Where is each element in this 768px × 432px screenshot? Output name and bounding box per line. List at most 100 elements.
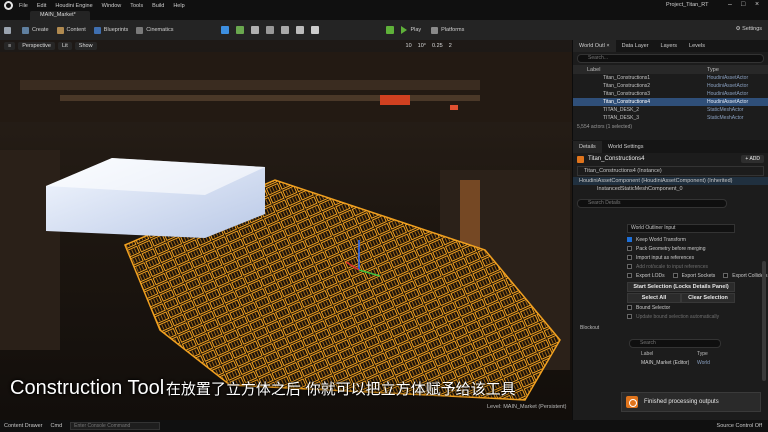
option-import-references[interactable]: Import input as references (627, 253, 768, 262)
tab-layers[interactable]: Layers (655, 40, 684, 52)
content-button[interactable]: Content (56, 26, 86, 34)
instance-row[interactable]: Titan_Constructions4 (Instance) (577, 166, 764, 176)
option-add-rot-scale[interactable]: Add rot/scale to input references (627, 262, 768, 271)
console-input[interactable]: Enter Console Command (70, 422, 161, 430)
option-keep-world-transform[interactable]: Keep World Transform (627, 235, 768, 244)
row-label: Titan_Constructions1 (603, 75, 651, 81)
perspective-button[interactable]: Perspective (18, 42, 55, 50)
tab-data-layer[interactable]: Data Layer (616, 40, 655, 52)
checkbox[interactable] (723, 273, 729, 278)
viewport-menu-button[interactable]: ≡ (4, 42, 16, 50)
nested-column-label[interactable]: Label (629, 351, 697, 357)
outliner-row[interactable]: Titan_Constructions1 HoudiniAssetActor (573, 74, 768, 82)
play-button[interactable]: Play (401, 26, 421, 34)
outliner-row[interactable]: TITAN_DESK_2 StaticMeshActor (573, 106, 768, 114)
component-child[interactable]: InstancedStaticMeshComponent_0 (573, 185, 768, 193)
option-bound-selector[interactable]: Bound Selector (627, 303, 768, 312)
source-control-status[interactable]: Source Control Off (717, 423, 762, 429)
checkbox[interactable] (627, 264, 632, 269)
world-outliner-panel: World Outl × Data Layer Layers Levels Se… (572, 40, 768, 140)
level-tab[interactable]: MAIN_Market* (30, 11, 90, 20)
minimize-icon[interactable]: – (728, 1, 732, 8)
menu-build[interactable]: Build (152, 3, 164, 9)
fracture-icon[interactable] (281, 26, 290, 34)
maximize-icon[interactable]: □ (741, 1, 745, 8)
tab-world-settings[interactable]: World Settings (602, 141, 650, 153)
component-root[interactable]: HoudiniAssetComponent (HoudiniAssetCompo… (573, 177, 768, 185)
unreal-logo-icon[interactable] (4, 1, 13, 10)
menu-tools[interactable]: Tools (130, 3, 143, 9)
menu-houdini-engine[interactable]: Houdini Engine (55, 3, 92, 9)
checkbox[interactable] (627, 314, 632, 319)
menu-file[interactable]: File (19, 3, 28, 9)
nested-column-type[interactable]: Type (697, 351, 708, 357)
outliner-row[interactable]: Titan_Constructions3 HoudiniAssetActor (573, 90, 768, 98)
checkbox[interactable] (627, 237, 632, 242)
foliage-mode-icon[interactable] (251, 26, 260, 34)
rotation-snap-value[interactable]: 10° (418, 43, 426, 49)
landscape-mode-icon[interactable] (236, 26, 245, 34)
outliner-search-input[interactable]: Search... (577, 54, 764, 63)
input-type-dropdown[interactable]: World Outliner Input (627, 224, 735, 233)
main-toolbar: Create Content Blueprints Cinematics Pla… (0, 20, 768, 40)
nested-outliner: Search Label Type MAIN_Market (Editor) W… (573, 339, 768, 366)
grid-snap-value[interactable]: 10 (406, 43, 412, 49)
cmd-button[interactable]: Cmd (51, 423, 63, 429)
nested-search-input[interactable]: Search (629, 339, 721, 348)
save-button[interactable] (4, 26, 14, 34)
menu-edit[interactable]: Edit (37, 3, 46, 9)
checkbox[interactable] (627, 273, 632, 278)
scale-snap-value[interactable]: 0.25 (432, 43, 443, 49)
outliner-row[interactable]: Titan_Constructions2 HoudiniAssetActor (573, 82, 768, 90)
blueprints-button[interactable]: Blueprints (93, 26, 128, 34)
column-label[interactable]: Label (573, 67, 707, 73)
option-label: Bound Selector (636, 304, 671, 311)
details-search-input[interactable]: Search Details (577, 199, 727, 208)
column-type[interactable]: Type (707, 67, 719, 73)
cinematics-button[interactable]: Cinematics (136, 26, 173, 34)
clear-selection-button[interactable]: Clear Selection (681, 293, 735, 303)
tab-levels[interactable]: Levels (683, 40, 711, 52)
details-panel: Details World Settings Titan_Constructio… (572, 141, 768, 420)
brush-edit-icon[interactable] (296, 26, 305, 34)
menu-help[interactable]: Help (173, 3, 184, 9)
houdini-icon (626, 396, 638, 408)
platforms-button[interactable]: Platforms (431, 26, 464, 34)
create-button[interactable]: Create (22, 26, 49, 34)
settings-button[interactable]: ⚙ Settings (736, 26, 762, 32)
outliner-row[interactable]: TITAN_DESK_3 StaticMeshActor (573, 114, 768, 122)
outliner-row-selected[interactable]: Titan_Constructions4 HoudiniAssetActor (573, 98, 768, 106)
animation-mode-icon[interactable] (311, 26, 320, 34)
add-component-button[interactable]: + ADD (741, 155, 764, 163)
camera-speed-value[interactable]: 2 (449, 43, 452, 49)
clapper-icon (136, 26, 144, 34)
menu-window[interactable]: Window (102, 3, 122, 9)
build-icon[interactable] (386, 26, 395, 34)
content-drawer-button[interactable]: Content Drawer (4, 423, 43, 429)
details-tabs: Details World Settings (573, 141, 768, 153)
red-light (380, 95, 410, 105)
checkbox[interactable] (672, 273, 678, 278)
tab-world-outliner[interactable]: World Outl × (573, 40, 616, 52)
lit-button[interactable]: Lit (57, 42, 72, 50)
checkbox[interactable] (627, 246, 632, 251)
content-label: Content (66, 27, 86, 33)
actor-name[interactable]: Titan_Constructions4 (588, 156, 644, 162)
option-update-bound[interactable]: Update bound selection automatically (627, 312, 768, 321)
checkbox[interactable] (627, 305, 632, 310)
level-viewport[interactable]: ≡ Perspective Lit Show 10 10° 0.25 2 Con… (0, 40, 572, 420)
tab-details[interactable]: Details (573, 141, 602, 153)
close-icon[interactable]: × (755, 1, 759, 8)
select-all-button[interactable]: Select All (627, 293, 681, 303)
option-pack-geometry[interactable]: Pack Geometry before merging (627, 244, 768, 253)
row-type: StaticMeshActor (707, 115, 744, 121)
details-scrollbar[interactable] (762, 261, 766, 381)
platforms-icon (431, 26, 439, 34)
nested-row[interactable]: MAIN_Market (Editor) World (629, 360, 729, 366)
nested-column-header: Label Type (629, 351, 729, 357)
mesh-paint-icon[interactable] (266, 26, 275, 34)
select-mode-icon[interactable] (221, 26, 230, 34)
show-button[interactable]: Show (74, 42, 97, 50)
start-selection-button[interactable]: Start Selection (Locks Details Panel) (627, 282, 735, 292)
checkbox[interactable] (627, 255, 632, 260)
